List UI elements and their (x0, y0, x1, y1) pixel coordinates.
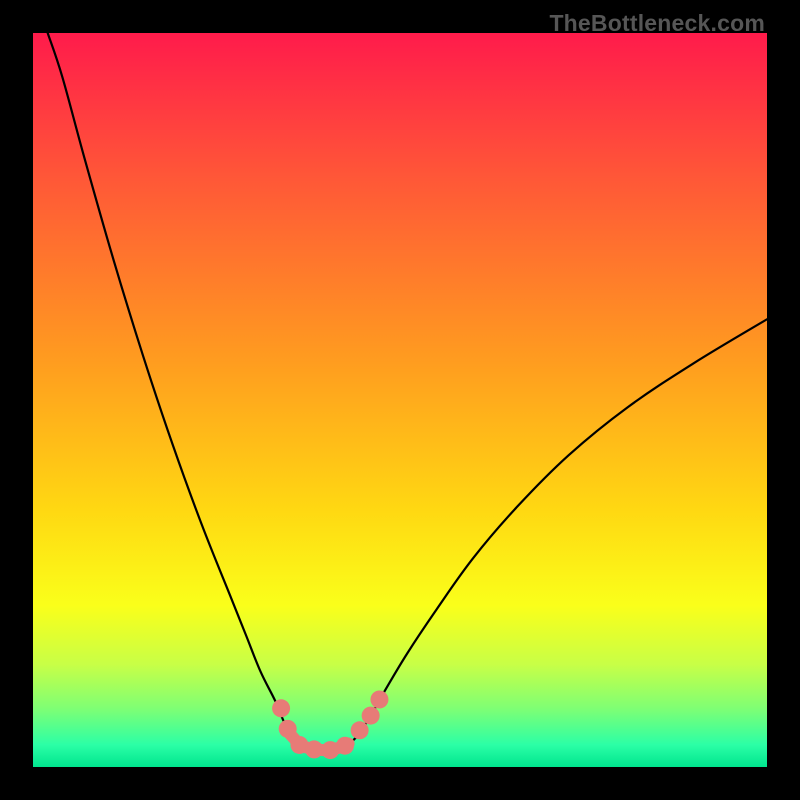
marker-point (279, 720, 297, 738)
marker-point (336, 737, 354, 755)
chart-frame: TheBottleneck.com (0, 0, 800, 800)
marker-point (362, 707, 380, 725)
marker-point (272, 699, 290, 717)
chart-svg (33, 33, 767, 767)
watermark-text: TheBottleneck.com (549, 10, 765, 37)
gradient-background (33, 33, 767, 767)
marker-point (370, 690, 388, 708)
plot-area (33, 33, 767, 767)
marker-point (351, 721, 369, 739)
marker-point (305, 740, 323, 758)
